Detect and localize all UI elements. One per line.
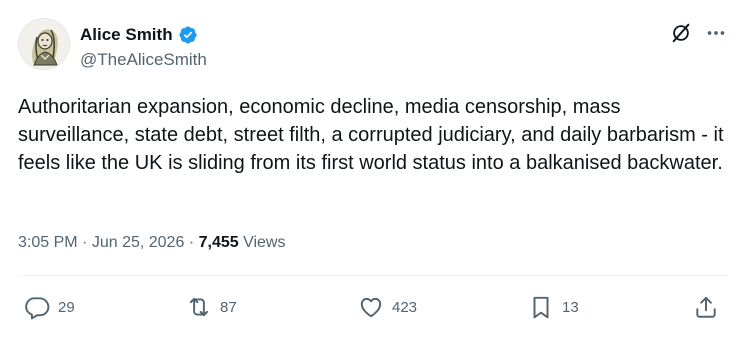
tweet-card: Alice Smith @TheAliceSmith Authoritarian… bbox=[0, 0, 746, 337]
verified-badge-icon[interactable] bbox=[178, 25, 198, 45]
divider bbox=[18, 275, 728, 276]
meta-separator: · bbox=[188, 234, 195, 251]
reply-button[interactable]: 29 bbox=[24, 289, 75, 325]
grok-icon[interactable] bbox=[670, 22, 692, 44]
share-button[interactable] bbox=[693, 289, 719, 325]
like-button[interactable]: 423 bbox=[358, 289, 417, 325]
tweet-date[interactable]: Jun 25, 2026 bbox=[92, 234, 185, 251]
tweet-time[interactable]: 3:05 PM bbox=[18, 234, 78, 251]
tweet-meta: 3:05 PM · Jun 25, 2026 · 7,455 Views bbox=[18, 232, 285, 254]
heart-icon bbox=[358, 294, 384, 320]
views-label: Views bbox=[243, 234, 286, 251]
repost-count: 87 bbox=[220, 298, 237, 316]
share-icon bbox=[693, 294, 719, 320]
author-handle[interactable]: @TheAliceSmith bbox=[80, 50, 207, 70]
action-bar: 29 87 423 13 bbox=[18, 289, 728, 325]
like-count: 423 bbox=[392, 298, 418, 316]
bookmark-button[interactable]: 13 bbox=[528, 289, 579, 325]
display-name-row: Alice Smith bbox=[80, 24, 207, 46]
reply-icon bbox=[24, 294, 50, 320]
avatar[interactable] bbox=[18, 18, 70, 70]
display-name[interactable]: Alice Smith bbox=[80, 25, 173, 45]
repost-icon bbox=[186, 294, 212, 320]
more-icon[interactable] bbox=[704, 22, 728, 44]
tweet-header: Alice Smith @TheAliceSmith bbox=[18, 18, 728, 78]
meta-separator: · bbox=[82, 234, 88, 251]
bookmark-icon bbox=[528, 294, 554, 320]
header-actions bbox=[670, 22, 728, 44]
views-count[interactable]: 7,455 bbox=[199, 234, 239, 251]
bookmark-count: 13 bbox=[562, 298, 579, 316]
reply-count: 29 bbox=[58, 298, 75, 316]
tweet-text: Authoritarian expansion, economic declin… bbox=[18, 96, 724, 174]
author-names: Alice Smith @TheAliceSmith bbox=[80, 24, 207, 70]
repost-button[interactable]: 87 bbox=[186, 289, 237, 325]
